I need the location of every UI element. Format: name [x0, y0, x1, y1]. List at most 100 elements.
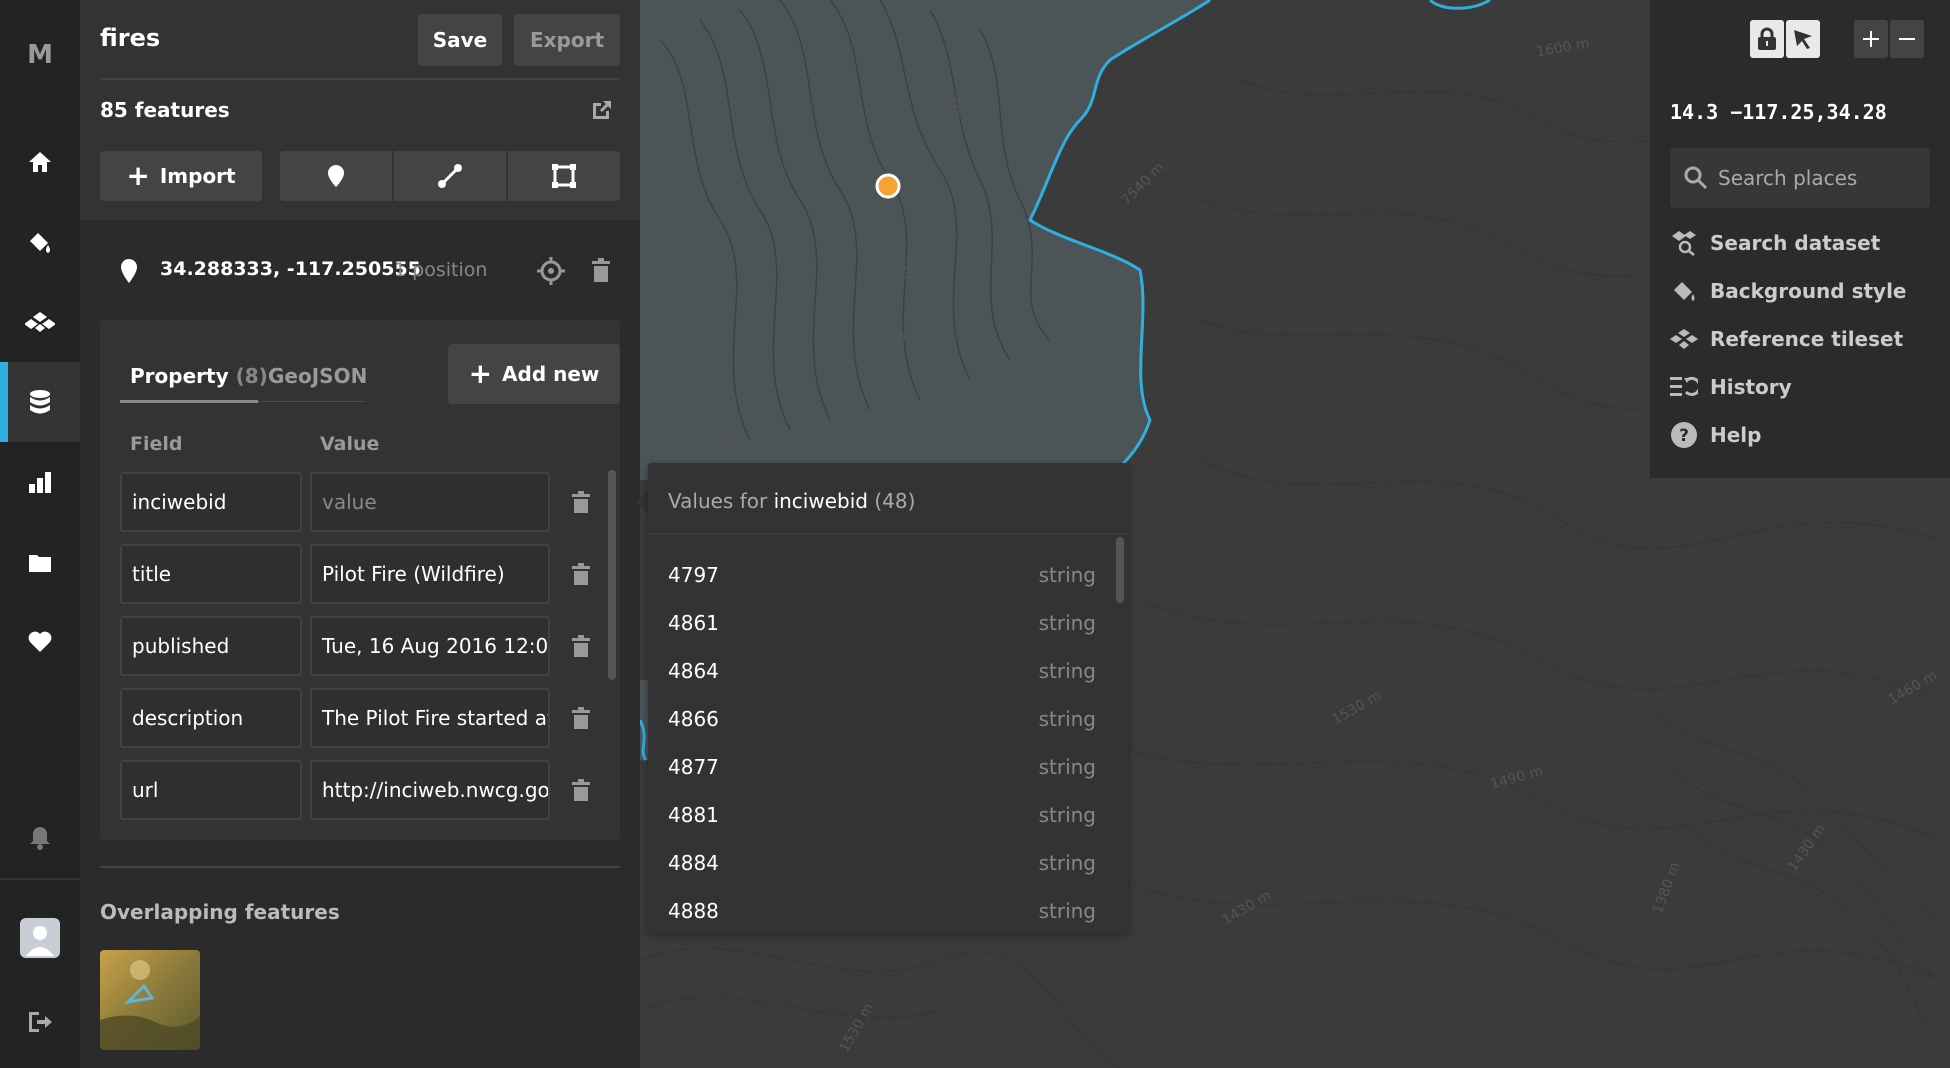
property-row: url http://inciweb.nwcg.gov [120, 760, 620, 820]
plus-icon: + [126, 159, 150, 192]
value-option[interactable]: 4888 string [648, 887, 1128, 935]
dataset-title[interactable]: fires [100, 24, 160, 52]
styles-icon[interactable] [0, 202, 80, 282]
property-field-input[interactable]: description [120, 688, 302, 748]
tilesets-icon[interactable] [0, 282, 80, 362]
reference-tileset-label: Reference tileset [1710, 327, 1904, 351]
values-dropdown: Values for inciwebid (48) 4797 string 486… [648, 463, 1128, 933]
favorites-icon[interactable] [0, 602, 80, 682]
home-icon[interactable] [0, 122, 80, 202]
avatar[interactable] [0, 898, 80, 978]
value-option-type: string [1038, 755, 1096, 779]
value-option[interactable]: 4877 string [648, 743, 1128, 791]
draw-line-button[interactable] [394, 151, 506, 201]
rail-divider [0, 878, 80, 880]
trash-icon[interactable] [570, 489, 592, 515]
zoom-in-button[interactable] [1854, 20, 1888, 58]
files-icon[interactable] [0, 522, 80, 602]
app-logo[interactable]: M [0, 40, 80, 70]
save-button[interactable]: Save [418, 14, 502, 66]
history-button[interactable]: History [1670, 372, 1792, 402]
logout-icon[interactable] [0, 982, 80, 1062]
properties-scrollbar[interactable] [608, 470, 616, 680]
value-option[interactable]: 4866 string [648, 695, 1128, 743]
search-dataset-icon [1670, 229, 1698, 257]
tab-property[interactable]: Property (8) [130, 364, 268, 388]
trash-icon[interactable] [570, 777, 592, 803]
value-option-value: 4884 [668, 851, 719, 875]
add-new-label: Add new [502, 362, 600, 386]
value-option-type: string [1038, 851, 1096, 875]
trash-icon[interactable] [570, 633, 592, 659]
value-option[interactable]: 4861 string [648, 599, 1128, 647]
notifications-icon[interactable] [0, 798, 80, 878]
column-header-field: Field [130, 433, 183, 455]
value-option-value: 4888 [668, 899, 719, 923]
draw-point-button[interactable] [280, 151, 392, 201]
lock-icon [1758, 27, 1776, 50]
delete-feature-icon[interactable] [591, 258, 611, 286]
lock-button[interactable] [1750, 20, 1784, 58]
value-option[interactable]: 4864 string [648, 647, 1128, 695]
draw-tools [280, 151, 620, 201]
value-option-value: 4797 [668, 563, 719, 587]
add-property-button[interactable]: + Add new [448, 344, 620, 404]
property-row: description The Pilot Fire started at [120, 688, 620, 748]
tab-geojson[interactable]: GeoJSON [268, 364, 367, 388]
help-label: Help [1710, 423, 1762, 447]
overlapping-features-title: Overlapping features [100, 900, 340, 924]
overlapping-feature-thumbnail[interactable] [100, 950, 200, 1050]
locate-feature-icon[interactable] [536, 256, 566, 290]
values-count: (48) [874, 489, 916, 513]
value-option-type: string [1038, 899, 1096, 923]
search-places-placeholder: Search places [1718, 166, 1858, 190]
help-button[interactable]: ? Help [1670, 420, 1761, 450]
property-value-input[interactable]: http://inciweb.nwcg.gov [310, 760, 550, 820]
search-dataset-button[interactable]: Search dataset [1670, 228, 1880, 258]
app-rail: M [0, 0, 80, 1068]
features-count: 85 features [100, 98, 230, 122]
value-option[interactable]: 4797 string [648, 551, 1128, 599]
tab-property-label: Property [130, 364, 229, 388]
import-button[interactable]: + Import [100, 151, 262, 201]
dataset-panel: fires Save Export 85 features + Import 3… [80, 0, 640, 1068]
values-field-name: inciwebid [773, 489, 868, 513]
background-style-label: Background style [1710, 279, 1907, 303]
value-option-value: 4866 [668, 707, 719, 731]
property-field-input[interactable]: published [120, 616, 302, 676]
header-divider [100, 78, 620, 80]
trash-icon[interactable] [570, 705, 592, 731]
history-label: History [1710, 375, 1792, 399]
plus-icon [1863, 31, 1879, 47]
value-option[interactable]: 4881 string [648, 791, 1128, 839]
value-option[interactable]: 4884 string [648, 839, 1128, 887]
dropdown-pointer [636, 490, 648, 514]
statistics-icon[interactable] [0, 442, 80, 522]
history-icon [1670, 373, 1698, 401]
property-value-input[interactable]: The Pilot Fire started at [310, 688, 550, 748]
active-tab-indicator [120, 400, 258, 403]
export-button[interactable]: Export [514, 14, 620, 66]
marker-icon [328, 165, 344, 187]
tab-baseline [258, 401, 366, 402]
trash-icon[interactable] [570, 561, 592, 587]
minus-icon [1899, 38, 1915, 40]
property-field-input[interactable]: title [120, 544, 302, 604]
values-scrollbar[interactable] [1116, 537, 1124, 603]
background-style-button[interactable]: Background style [1670, 276, 1907, 306]
property-value-input[interactable]: Tue, 16 Aug 2016 12:08: [310, 616, 550, 676]
property-value-input[interactable]: value [310, 472, 550, 532]
property-field-input[interactable]: url [120, 760, 302, 820]
property-field-input[interactable]: inciwebid [120, 472, 302, 532]
property-row: published Tue, 16 Aug 2016 12:08: [120, 616, 620, 676]
draw-polygon-button[interactable] [508, 151, 620, 201]
property-value-input[interactable]: Pilot Fire (Wildfire) [310, 544, 550, 604]
zoom-out-button[interactable] [1890, 20, 1924, 58]
select-tool-button[interactable] [1786, 20, 1820, 58]
reference-tileset-button[interactable]: Reference tileset [1670, 324, 1903, 354]
datasets-icon[interactable] [0, 362, 80, 442]
search-places-input[interactable]: Search places [1670, 148, 1930, 208]
external-link-icon[interactable] [590, 98, 614, 126]
feature-marker-icon [120, 258, 138, 288]
import-label: Import [159, 164, 236, 188]
